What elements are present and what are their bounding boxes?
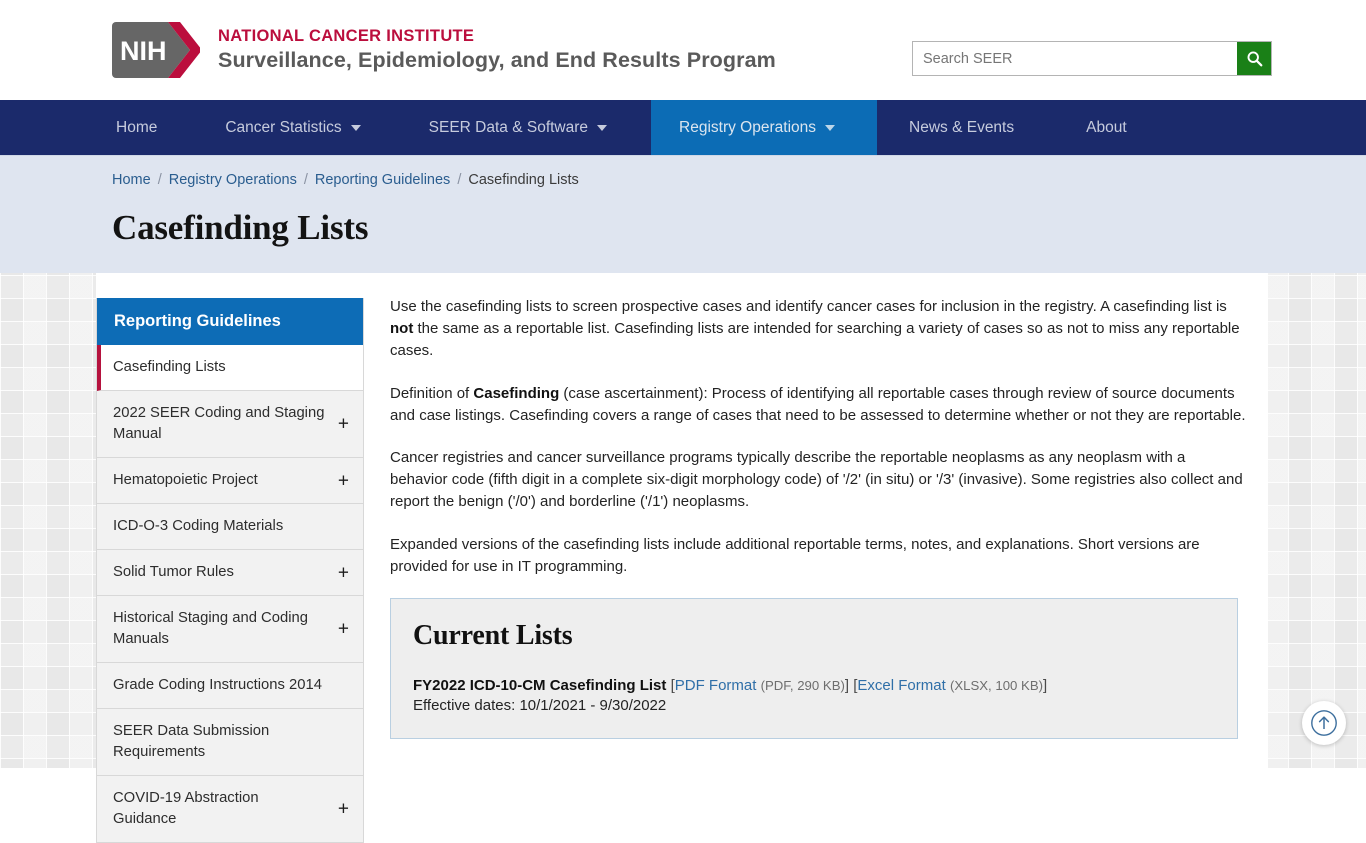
nav-item-registry-operations[interactable]: Registry Operations	[651, 100, 877, 155]
paragraph-text: Use the casefinding lists to screen pros…	[390, 298, 1227, 315]
nav-item-label: SEER Data & Software	[429, 119, 588, 137]
site-brand[interactable]: NIH NATIONAL CANCER INSTITUTE Surveillan…	[112, 22, 776, 78]
breadcrumb-separator: /	[151, 172, 169, 188]
list-entry: FY2022 ICD-10-CM Casefinding List [PDF F…	[413, 675, 1215, 697]
nav-item-cancer-statistics[interactable]: Cancer Statistics	[201, 100, 404, 155]
article-body: Use the casefinding lists to screen pros…	[390, 296, 1246, 739]
search-button[interactable]	[1237, 42, 1271, 75]
bracket-close: ]	[845, 677, 849, 694]
paragraph-behavior-codes: Cancer registries and cancer surveillanc…	[390, 447, 1246, 514]
expand-plus-icon[interactable]: +	[338, 471, 349, 490]
expand-plus-icon[interactable]: +	[338, 620, 349, 639]
expand-plus-icon[interactable]: +	[338, 563, 349, 582]
emphasis-casefinding: Casefinding	[473, 385, 559, 402]
chevron-down-icon	[825, 125, 835, 131]
breadcrumb-item-home[interactable]: Home	[112, 172, 151, 188]
current-lists-callout: Current Lists FY2022 ICD-10-CM Casefindi…	[390, 598, 1238, 739]
back-to-top-button[interactable]	[1302, 701, 1346, 745]
paragraph-intro: Use the casefinding lists to screen pros…	[390, 296, 1246, 363]
content-card: Reporting Guidelines Casefinding Lists 2…	[96, 268, 1268, 768]
sidebar-item-label: ICD-O-3 Coding Materials	[113, 518, 283, 534]
program-name: Surveillance, Epidemiology, and End Resu…	[218, 46, 776, 74]
sidebar-item-label: Historical Staging and Coding Manuals	[113, 610, 308, 647]
sidebar-item-label: Casefinding Lists	[113, 359, 226, 375]
page-title: Casefinding Lists	[112, 208, 368, 248]
sidebar-item-hematopoietic-project[interactable]: Hematopoietic Project +	[97, 458, 363, 504]
paragraph-text: Definition of	[390, 385, 473, 402]
arrow-up-circle-icon	[1309, 708, 1339, 738]
section-sidebar: Reporting Guidelines Casefinding Lists 2…	[96, 298, 364, 843]
search-icon	[1246, 50, 1263, 67]
sidebar-item-covid-19-abstraction-guidance[interactable]: COVID-19 Abstraction Guidance +	[97, 776, 363, 843]
breadcrumb-band: Home / Registry Operations / Reporting G…	[0, 155, 1366, 273]
chevron-down-icon	[351, 125, 361, 131]
callout-heading: Current Lists	[413, 620, 1215, 652]
nav-item-news-events[interactable]: News & Events	[877, 100, 1054, 155]
expand-plus-icon[interactable]: +	[338, 800, 349, 819]
chevron-down-icon	[597, 125, 607, 131]
list-entry-effective-dates: Effective dates: 10/1/2021 - 9/30/2022	[413, 697, 1215, 714]
nav-item-about[interactable]: About	[1054, 100, 1151, 155]
nav-item-label: News & Events	[909, 119, 1014, 137]
sidebar-item-label: Grade Coding Instructions 2014	[113, 677, 322, 693]
expand-plus-icon[interactable]: +	[338, 415, 349, 434]
breadcrumb-separator: /	[450, 172, 468, 188]
paragraph-definition: Definition of Casefinding (case ascertai…	[390, 383, 1246, 427]
sidebar-item-historical-staging-and-coding-manuals[interactable]: Historical Staging and Coding Manuals +	[97, 596, 363, 663]
paragraph-text: the same as a reportable list. Casefindi…	[390, 320, 1240, 359]
bracket-close: ]	[1043, 677, 1047, 694]
pdf-format-link[interactable]: PDF Format	[675, 677, 757, 694]
nav-left-spacer	[0, 100, 96, 155]
sidebar-item-2022-seer-coding-and-staging-manual[interactable]: 2022 SEER Coding and Staging Manual +	[97, 391, 363, 458]
sidebar-item-label: Solid Tumor Rules	[113, 564, 234, 580]
nav-item-label: Registry Operations	[679, 119, 816, 137]
site-masthead: NIH NATIONAL CANCER INSTITUTE Surveillan…	[0, 0, 1366, 100]
sidebar-item-label: Hematopoietic Project	[113, 472, 258, 488]
emphasis-not: not	[390, 320, 413, 337]
breadcrumb-item-reporting-guidelines[interactable]: Reporting Guidelines	[315, 172, 450, 188]
search-box[interactable]	[912, 41, 1272, 76]
sidebar-item-seer-data-submission-requirements[interactable]: SEER Data Submission Requirements	[97, 709, 363, 776]
nav-item-label: Home	[116, 119, 157, 137]
sidebar-heading: Reporting Guidelines	[97, 298, 363, 345]
search-input[interactable]	[913, 42, 1237, 75]
nav-item-label: Cancer Statistics	[225, 119, 341, 137]
paragraph-expanded-versions: Expanded versions of the casefinding lis…	[390, 534, 1246, 578]
breadcrumb-item-current: Casefinding Lists	[468, 172, 578, 188]
excel-format-meta: (XLSX, 100 KB)	[950, 678, 1043, 693]
nav-item-seer-data-software[interactable]: SEER Data & Software	[405, 100, 651, 155]
breadcrumb: Home / Registry Operations / Reporting G…	[112, 172, 579, 188]
sidebar-item-casefinding-lists[interactable]: Casefinding Lists	[97, 345, 363, 391]
agency-name: NATIONAL CANCER INSTITUTE	[218, 26, 776, 46]
sidebar-item-icd-o-3-coding-materials[interactable]: ICD-O-3 Coding Materials	[97, 504, 363, 550]
nih-logo-icon: NIH	[112, 22, 200, 78]
breadcrumb-separator: /	[297, 172, 315, 188]
main-navigation: Home Cancer Statistics SEER Data & Softw…	[0, 100, 1366, 155]
sidebar-item-label: 2022 SEER Coding and Staging Manual	[113, 405, 324, 442]
sidebar-item-grade-coding-instructions-2014[interactable]: Grade Coding Instructions 2014	[97, 663, 363, 709]
nav-item-home[interactable]: Home	[96, 100, 201, 155]
svg-text:NIH: NIH	[120, 36, 167, 66]
sidebar-item-label: COVID-19 Abstraction Guidance	[113, 790, 259, 827]
sidebar-item-label: SEER Data Submission Requirements	[113, 723, 269, 760]
excel-format-link[interactable]: Excel Format	[857, 677, 945, 694]
nav-item-label: About	[1086, 119, 1127, 137]
pdf-format-meta: (PDF, 290 KB)	[761, 678, 845, 693]
list-entry-title: FY2022 ICD-10-CM Casefinding List	[413, 677, 666, 694]
breadcrumb-item-registry-operations[interactable]: Registry Operations	[169, 172, 297, 188]
sidebar-item-solid-tumor-rules[interactable]: Solid Tumor Rules +	[97, 550, 363, 596]
